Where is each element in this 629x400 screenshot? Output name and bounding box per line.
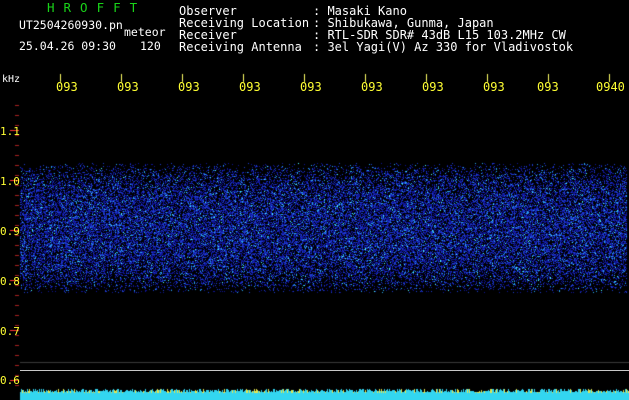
y-tick-label: 0.7	[0, 325, 20, 338]
x-tick-label: 093	[178, 80, 200, 94]
x-tick-label: 093	[239, 80, 261, 94]
file-name: UT2504260930.pn	[19, 18, 123, 32]
observation-datetime: 25.04.26 09:30	[19, 39, 116, 53]
x-tick-label: 093	[422, 80, 444, 94]
y-tick-label: 0.9	[0, 225, 20, 238]
baseline-rule	[20, 370, 629, 371]
y-axis-unit: kHz	[2, 74, 21, 85]
y-tick-label: 0.8	[0, 275, 20, 288]
x-tick-label: 093	[117, 80, 139, 94]
y-tick-label: 1.0	[0, 175, 20, 188]
event-type-label: meteor	[124, 25, 166, 39]
y-tick-label: 0.6	[0, 374, 20, 387]
x-tick-label: 093	[300, 80, 322, 94]
y-tick-label: 1.1	[0, 125, 20, 138]
x-tick-label: 093	[361, 80, 383, 94]
x-tick-label: 0940	[596, 80, 625, 94]
x-tick-label: 093	[483, 80, 505, 94]
spectrogram-canvas	[0, 0, 629, 400]
app-logo: HROFFT	[47, 0, 147, 15]
count-value: 120	[140, 39, 161, 53]
x-tick-label: 093	[56, 80, 78, 94]
meta-antenna: Receiving Antenna: 3el Yagi(V) Az 330 fo…	[179, 40, 574, 54]
x-tick-label: 093	[537, 80, 559, 94]
